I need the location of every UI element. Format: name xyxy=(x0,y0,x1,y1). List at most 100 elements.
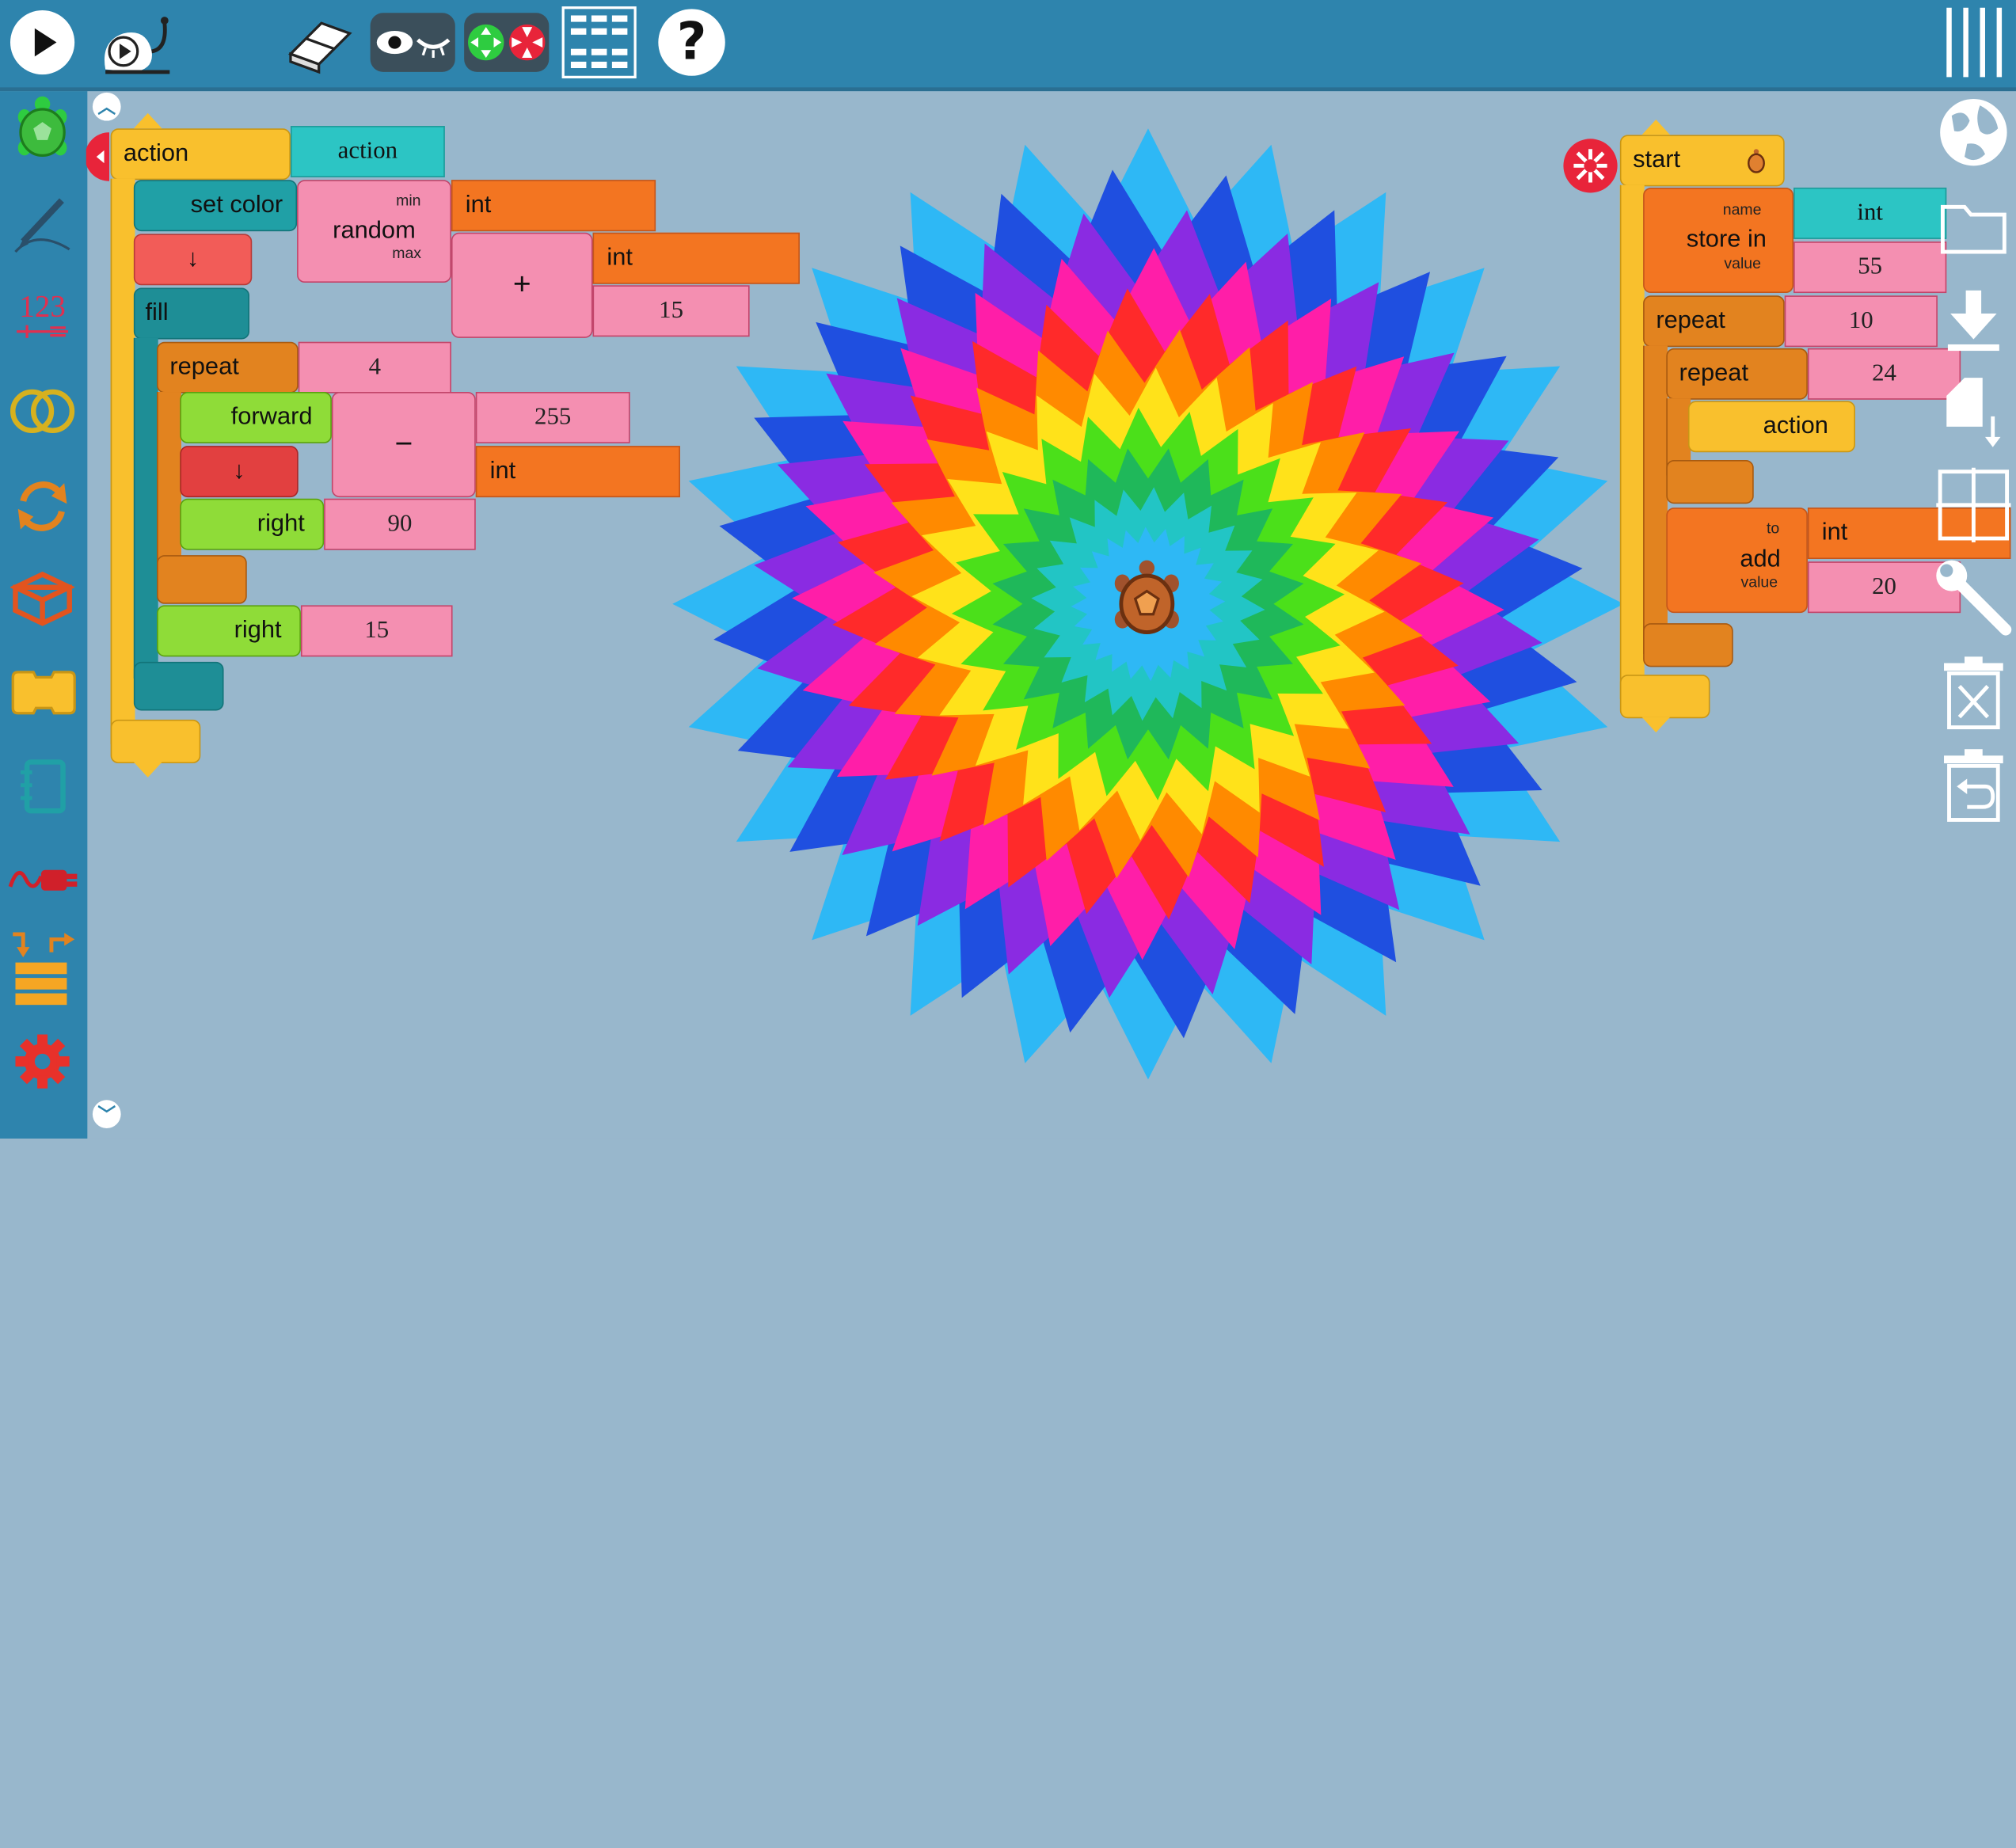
fill-foot xyxy=(133,661,224,711)
open-button[interactable] xyxy=(1934,186,2014,266)
add-to-value: int xyxy=(1821,519,1848,546)
repeat-foot xyxy=(157,555,247,604)
start-bottom-notch xyxy=(1641,717,1671,733)
collapse-icon xyxy=(1573,149,1607,183)
right-value-box-1[interactable]: 90 xyxy=(324,498,476,550)
turtle-icon xyxy=(1114,560,1179,634)
chevron-up-icon: ︿ xyxy=(97,96,116,117)
start-hat-block[interactable]: start xyxy=(1619,135,1785,187)
repeat-outer-count[interactable]: 10 xyxy=(1784,295,1938,348)
hat-notch xyxy=(133,112,162,129)
play-button[interactable] xyxy=(8,5,78,79)
collapse-expand-icon xyxy=(464,13,550,72)
boolean-icon xyxy=(10,389,75,433)
eye-icon xyxy=(370,13,455,72)
grid-toggle-button[interactable] xyxy=(1934,466,2014,546)
turtle-icon xyxy=(17,96,67,158)
minus-number[interactable]: 255 xyxy=(475,392,630,443)
plus-int-box[interactable]: int xyxy=(592,232,800,284)
palette-action[interactable] xyxy=(8,658,78,728)
set-color-label: set color xyxy=(190,191,283,219)
right-block-2[interactable]: right xyxy=(157,605,301,657)
clean-button[interactable] xyxy=(283,5,357,79)
slow-run-icon xyxy=(104,17,170,74)
store-value-value: 55 xyxy=(1858,253,1883,280)
palette-settings[interactable] xyxy=(8,1027,78,1097)
turtleblocks-app: ? 123 ︿ ﹀ action action set color random… xyxy=(0,0,2016,1139)
palette-blocks[interactable] xyxy=(8,926,78,1017)
palette-flow[interactable] xyxy=(8,470,78,540)
turtle-sprite[interactable] xyxy=(1102,555,1192,645)
random-min-box[interactable]: int xyxy=(451,180,656,232)
repeat-block[interactable]: repeat xyxy=(157,341,299,394)
pen-down-arrow-2: ↓ xyxy=(233,457,245,485)
palette-pen[interactable] xyxy=(8,188,78,257)
repeat-outer-value: 10 xyxy=(1848,306,1873,334)
hide-blocks-button[interactable] xyxy=(369,5,456,79)
minus-b-value: int xyxy=(489,457,516,485)
settings-tools-button[interactable] xyxy=(1934,557,2014,637)
language-button[interactable] xyxy=(1934,93,2014,173)
grid-button[interactable] xyxy=(561,5,637,79)
set-color-block[interactable]: set color xyxy=(133,180,298,232)
plus-block[interactable]: + xyxy=(451,232,593,338)
right-block-1[interactable]: right xyxy=(180,498,325,550)
action-call-block[interactable]: action xyxy=(1687,401,1855,453)
restore-icon xyxy=(1944,749,2003,822)
slow-run-button[interactable] xyxy=(95,5,175,79)
help-glyph: ? xyxy=(676,13,707,72)
fill-label: fill xyxy=(145,299,169,327)
palette-box[interactable] xyxy=(8,564,78,633)
restore-button[interactable] xyxy=(1934,745,2014,825)
scroll-down-button[interactable]: ﹀ xyxy=(92,1100,121,1128)
help-button[interactable]: ? xyxy=(656,5,728,79)
repeat-count[interactable]: 4 xyxy=(298,341,451,394)
palette-turtle[interactable] xyxy=(8,93,78,163)
grid-icon xyxy=(561,6,637,79)
collapse-icon xyxy=(86,132,110,181)
scroll-up-button[interactable]: ︿ xyxy=(92,92,121,121)
notebook-icon xyxy=(20,759,66,814)
right-value-box-2[interactable]: 15 xyxy=(300,605,453,657)
add-block[interactable]: add xyxy=(1666,508,1808,614)
repeat-count-value: 4 xyxy=(368,353,382,381)
right-value-1: 90 xyxy=(387,510,413,538)
minus-int-box[interactable]: int xyxy=(475,446,680,498)
store-name-value: int xyxy=(1857,199,1883,226)
start-hat-arm xyxy=(1619,184,1645,699)
pen-down-block[interactable]: ↓ xyxy=(133,234,253,286)
palette-notebook[interactable] xyxy=(8,751,78,821)
repeat-outer-block[interactable]: repeat xyxy=(1643,295,1785,348)
fill-block[interactable]: fill xyxy=(133,287,249,340)
collapse-expand-button[interactable] xyxy=(463,5,550,79)
start-collapse-button[interactable] xyxy=(1563,139,1618,193)
palette-boolean[interactable] xyxy=(8,377,78,447)
block-palette: 123 xyxy=(0,91,88,1139)
action-hat-block[interactable]: action xyxy=(110,128,291,181)
stack-close-button[interactable] xyxy=(86,132,110,181)
action-hat-foot xyxy=(110,719,201,764)
save-button[interactable] xyxy=(1934,373,2014,453)
pen-down-block-2[interactable]: ↓ xyxy=(180,446,299,498)
forward-block[interactable]: forward xyxy=(180,392,332,443)
palette-sensor[interactable] xyxy=(8,846,78,915)
random-block[interactable]: random xyxy=(297,180,451,283)
trash-button[interactable] xyxy=(1934,652,2014,732)
download-button[interactable] xyxy=(1934,280,2014,360)
store-in-block[interactable]: store in xyxy=(1643,187,1794,294)
store-value-box[interactable]: 55 xyxy=(1793,241,1947,294)
main-menu-button[interactable] xyxy=(1942,5,2008,79)
plus-a-value: int xyxy=(607,244,633,272)
action-name-block[interactable]: action xyxy=(290,126,445,177)
palette-number[interactable]: 123 xyxy=(8,281,78,351)
random-max-label: max xyxy=(392,244,422,263)
action-name-text: action xyxy=(337,137,398,165)
random-min-value: int xyxy=(465,191,492,219)
plus-number[interactable]: 15 xyxy=(592,285,750,337)
repeat-inner-foot xyxy=(1666,460,1754,504)
minus-block[interactable]: − xyxy=(331,392,476,498)
repeat-inner-block[interactable]: repeat xyxy=(1666,348,1808,400)
store-name-box[interactable]: int xyxy=(1793,187,1947,239)
action-icon xyxy=(11,671,76,715)
repeat-outer-label: repeat xyxy=(1656,306,1725,334)
